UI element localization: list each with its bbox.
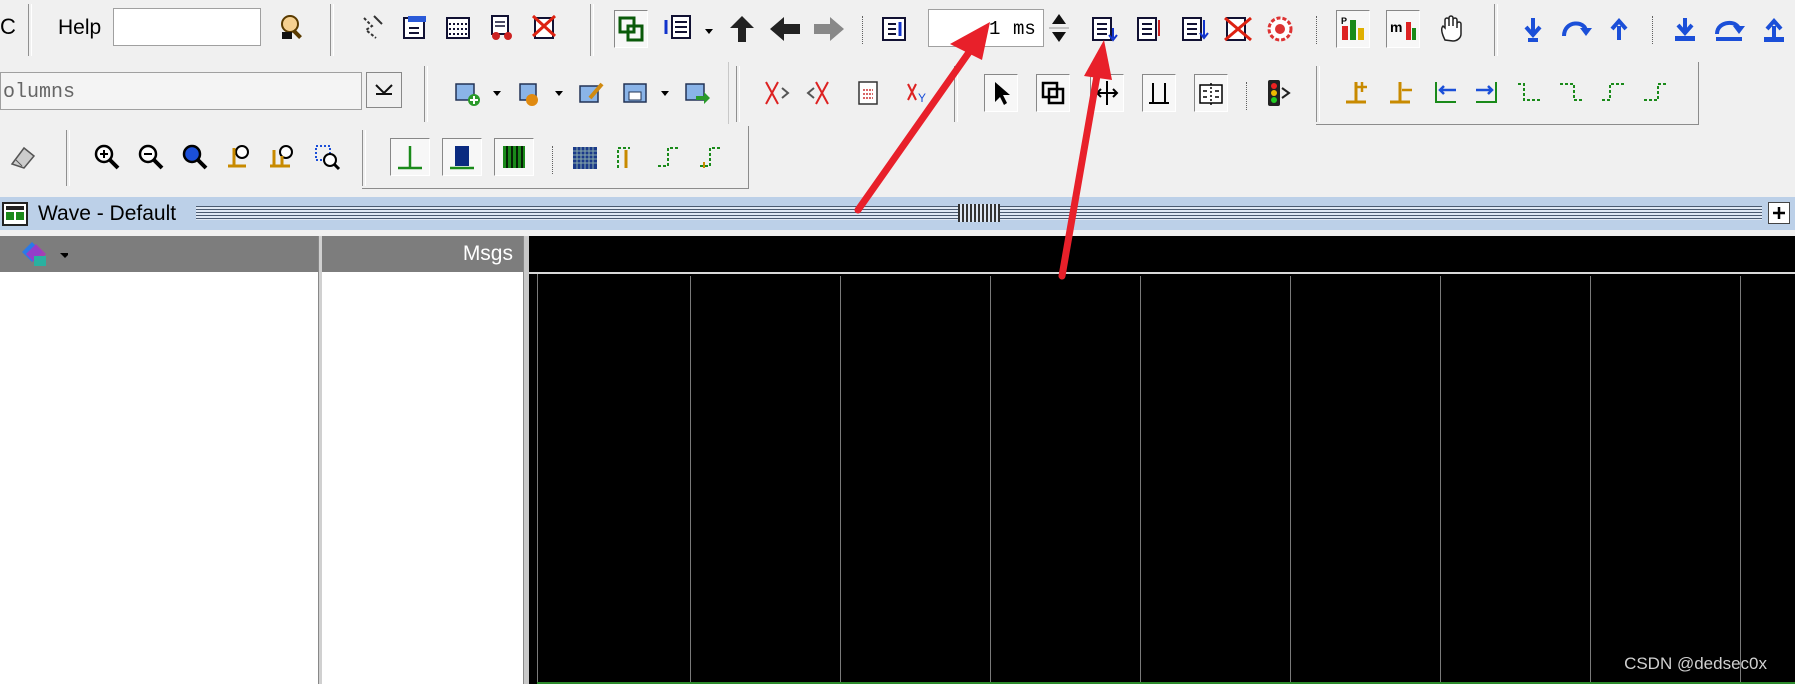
annotation-arrow-run-button [1058,40,1112,280]
annotation-arrows [854,22,1112,280]
annotation-arrow-run-length [854,22,990,214]
